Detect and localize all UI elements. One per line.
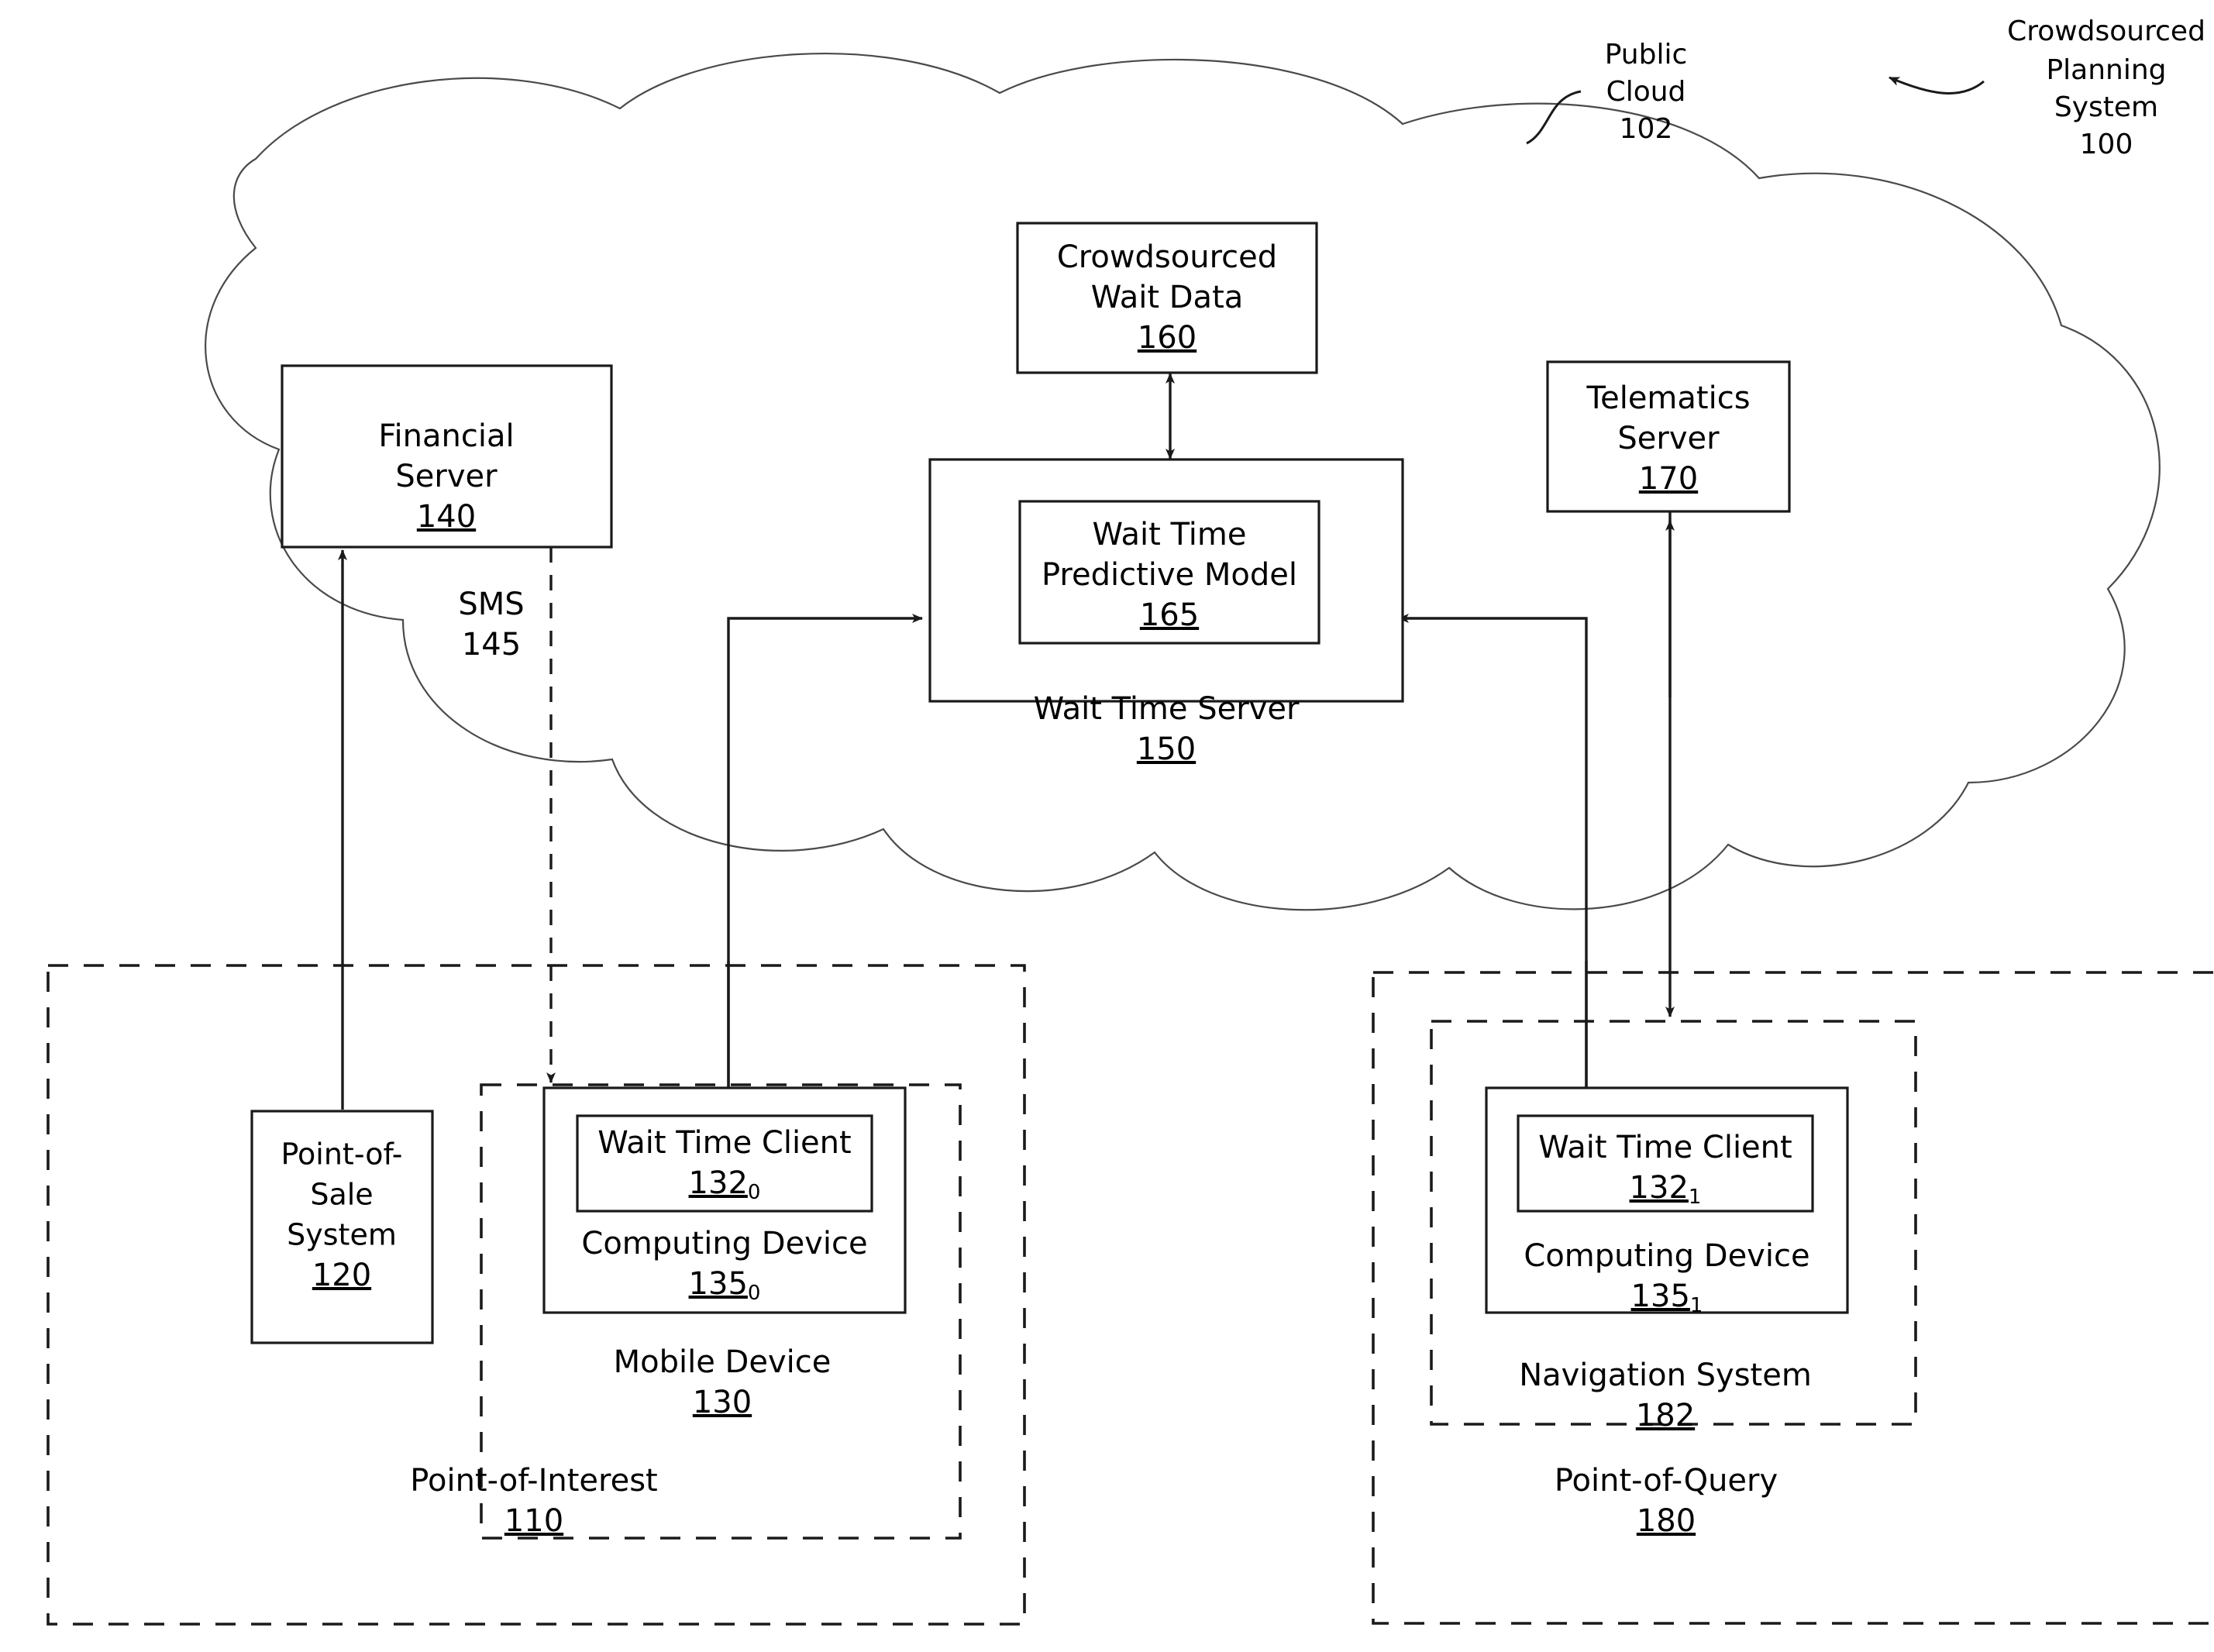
wait-time-client-1-ref-sub: 1: [1689, 1186, 1702, 1209]
telematics-server-ref: 170: [1639, 461, 1698, 497]
navigation-system-label: Navigation System: [1519, 1358, 1812, 1393]
mobile-device-ref: 130: [693, 1385, 752, 1420]
financial-server-line1: Financial: [378, 418, 514, 454]
computing-device-1-ref: 135: [1631, 1279, 1690, 1314]
financial-server-line2: Server: [395, 459, 498, 494]
wait-time-predictive-model-ref: 165: [1140, 597, 1199, 633]
crowdsourced-wait-data-ref: 160: [1138, 320, 1197, 356]
point-of-sale-system-line2: Sale: [310, 1178, 373, 1212]
telematics-server-line2: Server: [1617, 421, 1720, 456]
financial-server-ref: 140: [417, 499, 476, 535]
wait-time-client-0-line1: Wait Time Client: [597, 1125, 851, 1161]
sms-edge-label: SMS: [458, 587, 524, 622]
telematics-server-line1: Telematics: [1586, 380, 1750, 416]
computing-device-1-line1: Computing Device: [1524, 1238, 1809, 1274]
system-callout-line2: Planning: [2046, 54, 2166, 86]
wait-time-predictive-model-line2: Predictive Model: [1042, 557, 1297, 593]
computing-device-0-ref: 135: [689, 1266, 748, 1302]
navigation-system-ref: 182: [1636, 1398, 1695, 1433]
wait-time-client-0-ref-sub: 0: [748, 1181, 761, 1204]
point-of-query-label: Point-of-Query: [1555, 1463, 1778, 1499]
point-of-query-ref: 180: [1637, 1503, 1696, 1539]
point-of-interest-ref: 110: [504, 1503, 563, 1539]
computing-device-0-line1: Computing Device: [581, 1226, 867, 1261]
public-cloud-label-line1: Public: [1605, 39, 1688, 71]
system-architecture-diagram: Crowdsourced Wait Data 160 Wait Time Ser…: [46, 15, 2214, 1626]
wait-time-client-0-ref: 132: [689, 1165, 748, 1201]
wait-time-server-line1: Wait Time Server: [1034, 691, 1300, 727]
computing-device-1-ref-sub: 1: [1690, 1294, 1703, 1317]
wait-time-server-ref: 150: [1137, 731, 1196, 767]
wait-time-client-1-ref: 132: [1630, 1170, 1689, 1206]
point-of-sale-system-line3: System: [287, 1218, 397, 1252]
system-callout-ref: 100: [2080, 129, 2133, 160]
system-callout-line1: Crowdsourced: [2007, 15, 2205, 47]
system-callout-leader-line: [1889, 76, 1985, 95]
crowdsourced-wait-data-line2: Wait Data: [1091, 280, 1244, 315]
wait-time-client-1-line1: Wait Time Client: [1538, 1130, 1792, 1165]
sms-edge-ref: 145: [462, 627, 521, 663]
system-callout-line3: System: [2054, 91, 2158, 123]
computing-device-0-ref-sub: 0: [748, 1282, 761, 1305]
public-cloud-ref: 102: [1620, 113, 1673, 145]
mobile-device-label: Mobile Device: [614, 1344, 832, 1380]
crowdsourced-wait-data-line1: Crowdsourced: [1057, 239, 1277, 275]
patent-figure-page: Crowdsourced Wait Data 160 Wait Time Ser…: [0, 0, 2214, 1652]
point-of-sale-system-ref: 120: [312, 1258, 371, 1293]
point-of-interest-label: Point-of-Interest: [410, 1463, 657, 1499]
public-cloud-label-line2: Cloud: [1606, 76, 1686, 108]
point-of-sale-system-line1: Point-of-: [281, 1137, 402, 1172]
wait-time-predictive-model-line1: Wait Time: [1093, 517, 1247, 552]
